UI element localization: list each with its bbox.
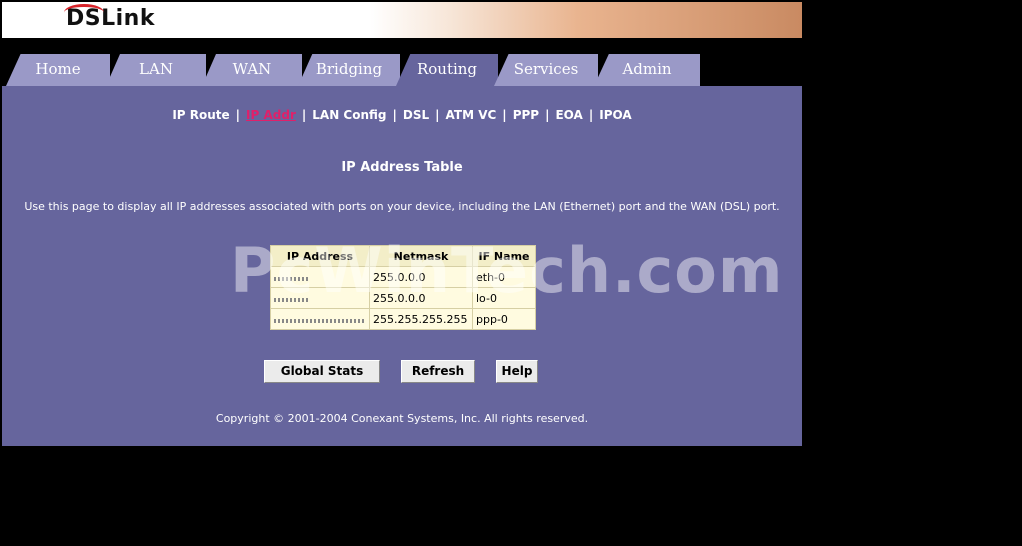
refresh-button[interactable]: Refresh xyxy=(401,360,475,383)
tab-wan[interactable]: WAN xyxy=(202,54,302,86)
table-row: 255.0.0.0 eth-0 xyxy=(270,266,536,288)
subnav-separator: | xyxy=(235,108,241,122)
tab-label: LAN xyxy=(139,60,173,78)
global-stats-button[interactable]: Global Stats xyxy=(264,360,380,383)
subnav-dsl[interactable]: DSL xyxy=(403,108,429,122)
help-button[interactable]: Help xyxy=(496,360,538,383)
subnav-atm-vc[interactable]: ATM VC xyxy=(446,108,497,122)
redaction-mark xyxy=(274,276,308,281)
subnav-ppp[interactable]: PPP xyxy=(513,108,539,122)
tab-label: Home xyxy=(35,60,81,78)
subnav-ipoa[interactable]: IPOA xyxy=(599,108,631,122)
subnav-ip-route[interactable]: IP Route xyxy=(172,108,229,122)
subnav-ip-addr[interactable]: IP Addr xyxy=(246,108,296,122)
page-title: IP Address Table xyxy=(341,160,463,175)
dslink-logo: DSLink xyxy=(64,4,155,31)
column-header-ip: IP Address xyxy=(270,245,370,267)
netmask-cell: 255.0.0.0 xyxy=(369,266,473,288)
table-row: 255.255.255.255 ppp-0 xyxy=(270,308,536,330)
tab-bridging[interactable]: Bridging xyxy=(298,54,400,86)
tab-admin[interactable]: Admin xyxy=(594,54,700,86)
subnav-separator: | xyxy=(545,108,550,122)
column-header-netmask: Netmask xyxy=(369,245,473,267)
tab-routing[interactable]: Routing xyxy=(396,54,498,86)
ip-cell-redacted xyxy=(270,287,370,309)
table-header-row: IP Address Netmask IF Name xyxy=(270,245,536,267)
column-header-ifname: IF Name xyxy=(472,245,536,267)
netmask-cell: 255.0.0.0 xyxy=(369,287,473,309)
ip-cell-redacted xyxy=(270,266,370,288)
subnav-lan-config[interactable]: LAN Config xyxy=(312,108,386,122)
logo-swoosh-icon xyxy=(64,4,104,21)
redaction-mark xyxy=(274,318,364,323)
tab-label: Routing xyxy=(416,60,478,78)
netmask-cell: 255.255.255.255 xyxy=(369,308,473,330)
copyright-footer: Copyright © 2001-2004 Conexant Systems, … xyxy=(215,412,589,425)
subnav-separator: | xyxy=(588,108,594,122)
subnav-separator: | xyxy=(435,108,440,122)
page-description: Use this page to display all IP addresse… xyxy=(24,200,780,213)
tab-label: WAN xyxy=(232,60,272,78)
routing-subnav: IP Route | IP Addr | LAN Config | DSL | ATM VC | P… xyxy=(2,108,802,122)
router-admin-page: DSLink Home LAN WAN Bridging Routing Ser… xyxy=(2,2,802,446)
tab-home[interactable]: Home xyxy=(6,54,110,86)
ip-address-table: IP Address Netmask IF Name 255.0.0.0 eth… xyxy=(270,245,536,330)
main-tab-bar: Home LAN WAN Bridging Routing Services A… xyxy=(2,38,802,86)
tab-label: Admin xyxy=(622,60,672,78)
subnav-eoa[interactable]: EOA xyxy=(555,108,582,122)
ip-cell-redacted xyxy=(270,308,370,330)
subnav-separator: | xyxy=(502,108,507,122)
tab-lan[interactable]: LAN xyxy=(106,54,206,86)
table-row: 255.0.0.0 lo-0 xyxy=(270,287,536,309)
subnav-separator: | xyxy=(301,108,307,122)
header-banner: DSLink xyxy=(2,2,802,38)
redaction-mark xyxy=(274,297,308,302)
subnav-separator: | xyxy=(392,108,397,122)
tab-label: Bridging xyxy=(315,60,383,78)
ifname-cell: ppp-0 xyxy=(472,308,536,330)
ifname-cell: eth-0 xyxy=(472,266,536,288)
tab-services[interactable]: Services xyxy=(494,54,598,86)
tab-label: Services xyxy=(513,60,579,78)
ifname-cell: lo-0 xyxy=(472,287,536,309)
